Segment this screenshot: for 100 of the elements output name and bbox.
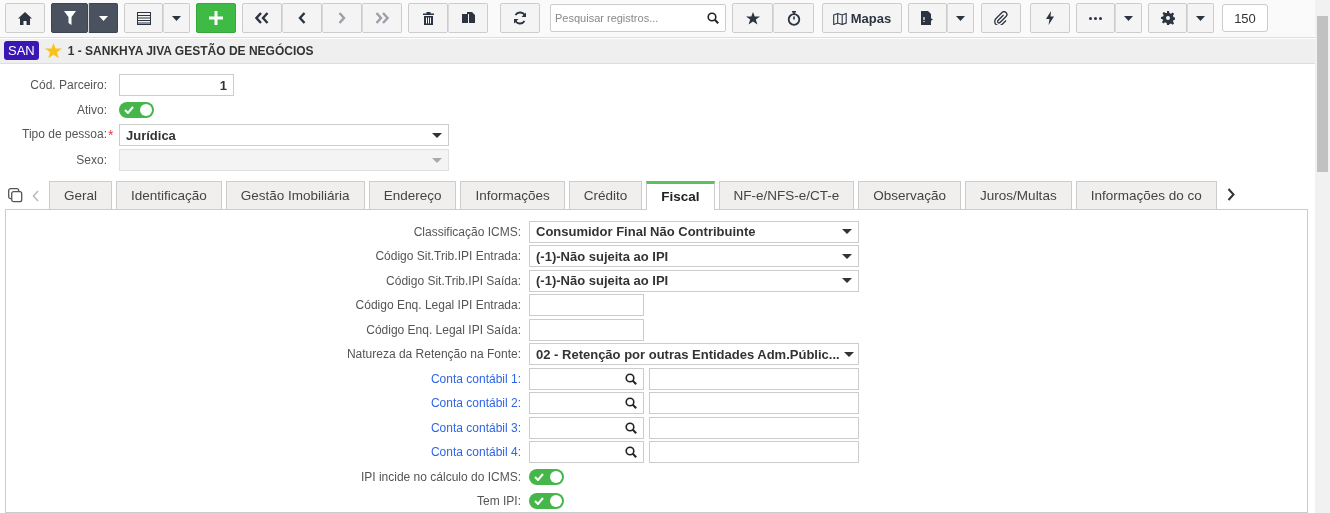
refresh-button[interactable] [500,3,540,34]
required-mark: * [108,127,115,143]
field-label: Código Sit.Trib.IPI Entrada: [374,249,522,263]
tab[interactable]: Gestão Imobiliária [225,180,365,209]
search-icon[interactable] [625,372,637,385]
description-field[interactable] [649,416,859,439]
home-button[interactable] [5,3,45,34]
filter-button[interactable] [51,3,88,34]
scrollbar[interactable] [1315,0,1330,513]
field-label: Código Enq. Legal IPI Entrada: [354,298,522,312]
input-field[interactable]: 1 [119,74,234,96]
description-field[interactable] [649,392,859,414]
caret-icon [956,15,965,21]
field-label: Código Sit.Trib.IPI Saída: [385,273,522,288]
copy-icon[interactable] [8,187,23,203]
record-title: 1 - SANKHYA JIVA GESTÃO DE NEGÓCIOS [67,43,314,58]
search-field[interactable]: Pesquisar registros... [550,4,726,33]
field-label: Natureza da Retenção na Fonte: [345,347,522,361]
toggle-switch[interactable] [119,102,154,118]
delete-button[interactable] [408,3,448,34]
lookup-field[interactable] [529,392,644,414]
description-field[interactable] [649,441,859,463]
duplicate-button[interactable] [448,3,488,34]
grid-view-button[interactable] [124,3,163,34]
tab[interactable]: Observação [858,180,962,209]
field-label: Código Enq. Legal IPI Saída: [365,322,522,337]
chevron-right-icon[interactable] [1226,187,1235,201]
maps-button[interactable]: Mapas [822,3,902,34]
chevron-left-icon [298,12,306,25]
settings-icon [1160,11,1175,26]
first-record-button[interactable] [242,3,282,34]
home-icon [18,11,32,25]
attachment-button[interactable] [981,3,1021,34]
select-field[interactable]: (-1)-Não sujeita ao IPI [529,245,859,267]
trash-icon [422,11,434,25]
export-button[interactable] [908,3,947,34]
tab[interactable]: Endereço [368,180,457,209]
copy-icon [461,11,475,25]
lookup-field[interactable] [529,441,644,463]
check-icon [124,106,134,114]
add-button[interactable] [196,3,236,34]
check-icon [534,472,544,481]
toggle-switch[interactable] [529,468,564,485]
caret-icon [842,278,852,283]
select-field[interactable]: Consumidor Final Não Contribuinte [529,220,859,243]
tab[interactable]: Identificação [116,180,222,209]
caret-icon [842,253,852,259]
map-icon [832,11,847,25]
select-field[interactable]: (-1)-Não sujeita ao IPI [529,269,859,292]
field-link[interactable]: Conta contábil 2: [6,396,529,410]
lookup-field[interactable] [529,367,644,390]
tab[interactable]: Informações do co [1075,180,1217,209]
chevron-right-icon [338,12,346,25]
previous-record-button[interactable] [282,3,322,34]
search-icon[interactable] [625,446,637,458]
actions-button[interactable] [1030,3,1070,34]
caret-icon [432,157,442,163]
page-size-field[interactable]: 150 [1222,4,1268,33]
toggle-knob [550,470,562,483]
module-badge: SAN [4,41,39,61]
tab[interactable]: NF-e/NFS-e/CT-e [718,180,855,209]
caret-icon [1124,15,1133,21]
document-icon [921,11,934,26]
toggle-knob [140,104,152,116]
caret-icon [842,229,852,234]
input-field[interactable] [529,318,644,341]
tab[interactable]: Crédito [568,180,643,209]
stopwatch-icon [786,10,801,26]
tab[interactable]: Informações [460,180,565,209]
toggle-switch[interactable] [529,493,564,509]
description-field[interactable] [649,367,859,390]
lightning-icon [1046,11,1054,26]
double-chevron-left-icon [255,12,269,25]
field-label: Cód. Parceiro: [30,78,107,92]
field-link[interactable]: Conta contábil 3: [6,420,529,435]
select-field[interactable]: 02 - Retenção por outras Entidades Adm.Públic... [529,343,859,365]
refresh-icon [513,11,527,26]
input-field[interactable] [529,294,644,316]
field-label: Ativo: [77,103,107,117]
lookup-field[interactable] [529,416,644,439]
tab[interactable]: Geral [49,180,112,209]
star-icon[interactable] [44,42,62,59]
field-label: IPI incide no cálculo do ICMS: [359,469,522,484]
settings-button[interactable] [1148,3,1187,34]
timer-button[interactable] [773,3,814,34]
caret-icon [843,351,854,357]
tab[interactable]: Fiscal [646,180,715,210]
favorite-button[interactable] [732,3,773,34]
tab[interactable]: Juros/Multas [965,180,1072,209]
field-link[interactable]: Conta contábil 1: [6,371,529,386]
plus-icon [209,11,223,26]
search-icon[interactable] [625,421,637,434]
table-icon [136,11,151,25]
toggle-knob [550,495,562,507]
field-label: Classificação ICMS: [412,224,522,239]
dropdown-button[interactable] [88,3,118,34]
field-link[interactable]: Conta contábil 4: [6,445,529,459]
ellipsis-icon [1089,16,1102,20]
select-field[interactable]: Jurídica [119,124,449,146]
search-icon[interactable] [625,397,637,409]
